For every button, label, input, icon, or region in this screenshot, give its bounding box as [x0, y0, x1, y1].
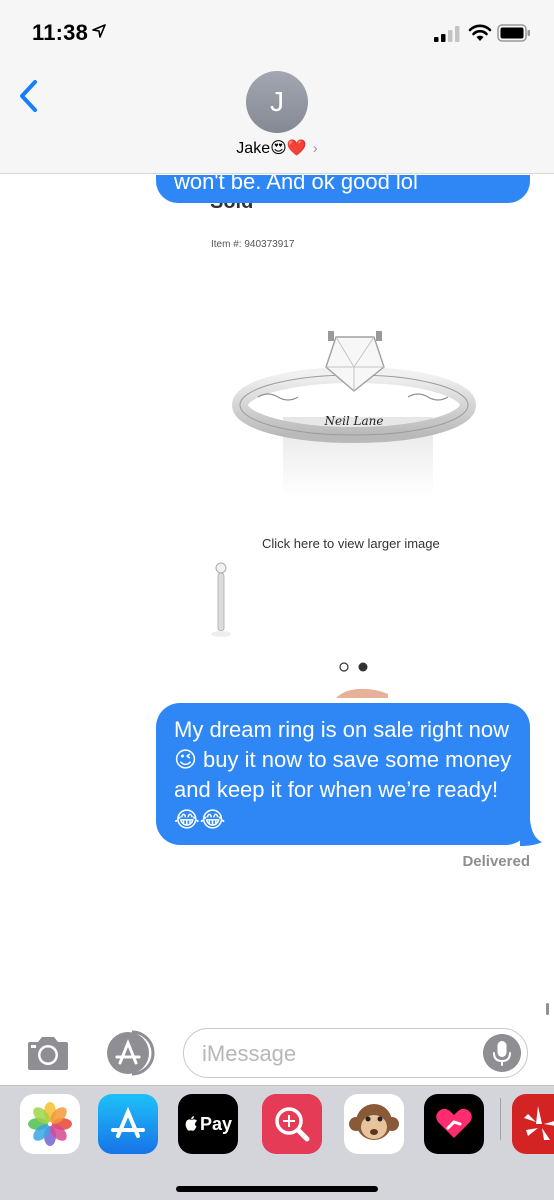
- imessage-placeholder: iMessage: [202, 1041, 297, 1066]
- ring-side-thumbnail[interactable]: [206, 560, 236, 640]
- conversation-header: J Jake😍❤️ ›: [0, 66, 554, 174]
- back-chevron-icon[interactable]: [16, 78, 42, 114]
- camera-icon[interactable]: [24, 1034, 72, 1072]
- scroll-indicator: [546, 1003, 549, 1015]
- search-images-icon[interactable]: [262, 1094, 322, 1154]
- drawer-divider: [500, 1098, 501, 1140]
- photos-app-icon[interactable]: [20, 1094, 80, 1154]
- yelp-icon[interactable]: [512, 1094, 554, 1154]
- imessage-app-drawer: Pay: [0, 1085, 554, 1200]
- avatar-initial: J: [270, 86, 284, 117]
- digital-touch-icon[interactable]: [424, 1094, 484, 1154]
- status-time: 11:38: [32, 20, 89, 45]
- apple-logo-icon: [185, 1116, 197, 1131]
- view-larger-image-link[interactable]: Click here to view larger image: [262, 536, 440, 551]
- item-number: Item #: 940373917: [211, 239, 295, 250]
- sent-message-text: My dream ring is on sale right now😉 buy …: [174, 717, 512, 832]
- animoji-monkey-icon[interactable]: [344, 1094, 404, 1154]
- carousel-page-indicator[interactable]: [338, 661, 378, 673]
- signal-icon: [434, 26, 460, 42]
- location-arrow-icon: [92, 24, 106, 38]
- engagement-ring-image[interactable]: Neil Lane: [228, 317, 480, 517]
- delivery-status: Delivered: [462, 853, 530, 870]
- apple-pay-label: Pay: [199, 1113, 233, 1134]
- home-indicator[interactable]: [176, 1186, 378, 1192]
- contact-avatar[interactable]: J: [246, 71, 308, 133]
- imessage-input[interactable]: iMessage: [183, 1028, 528, 1078]
- contact-name: Jake😍❤️: [236, 140, 307, 157]
- ring-engraving: Neil Lane: [323, 414, 383, 428]
- cropped-heading-fragment: Sold: [210, 203, 272, 213]
- bubble-tail: [520, 820, 542, 846]
- previous-message-bubble[interactable]: won't be. And ok good lol: [156, 175, 530, 203]
- battery-icon: [497, 24, 530, 42]
- contact-name-button[interactable]: Jake😍❤️ ›: [0, 138, 554, 158]
- sent-message-bubble[interactable]: My dream ring is on sale right now😉 buy …: [156, 703, 530, 845]
- previous-message-text: won't be. And ok good lol: [174, 175, 418, 194]
- microphone-icon[interactable]: [483, 1034, 521, 1072]
- app-store-drawer-icon[interactable]: [104, 1030, 156, 1076]
- status-bar: 11:38: [0, 0, 554, 66]
- apple-pay-icon[interactable]: Pay: [178, 1094, 238, 1154]
- message-input-bar: iMessage: [0, 1020, 554, 1086]
- chevron-right-icon: ›: [312, 140, 318, 157]
- wifi-icon: [468, 24, 492, 41]
- app-store-icon[interactable]: [98, 1094, 158, 1154]
- conversation-area[interactable]: won't be. And ok good lol Sold Item #: 9…: [0, 175, 554, 1020]
- hand-image-fragment: [336, 688, 388, 698]
